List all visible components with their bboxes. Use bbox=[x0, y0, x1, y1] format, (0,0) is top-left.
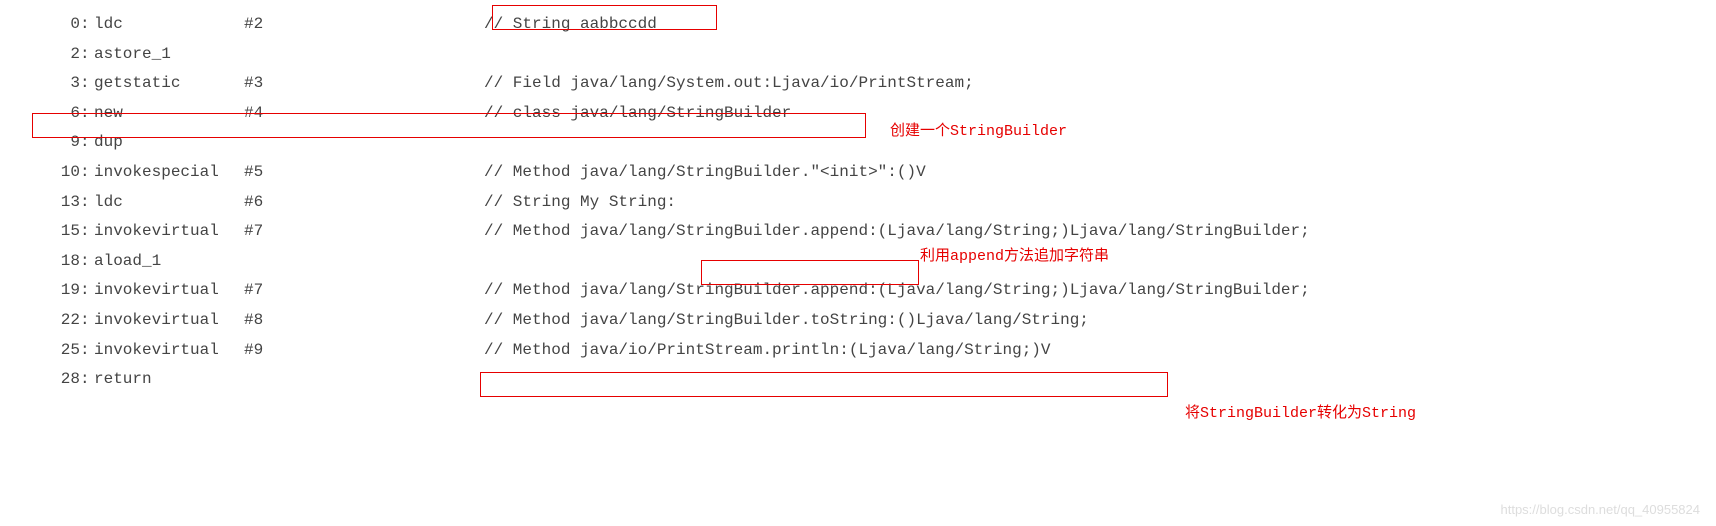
bytecode-line: 25:invokevirtual#9// Method java/io/Prin… bbox=[20, 336, 1696, 366]
instruction: dup bbox=[94, 128, 244, 158]
offset: 19 bbox=[20, 276, 80, 306]
bytecode-line: 3:getstatic#3// Field java/lang/System.o… bbox=[20, 69, 1696, 99]
bytecode-line: 0:ldc#2// String aabbccdd bbox=[20, 10, 1696, 40]
offset: 28 bbox=[20, 365, 80, 395]
annotation: 将StringBuilder转化为String bbox=[1185, 400, 1416, 428]
offset: 22 bbox=[20, 306, 80, 336]
bytecode-line: 13:ldc#6// String My String: bbox=[20, 188, 1696, 218]
bytecode-line: 18:aload_1 bbox=[20, 247, 1696, 277]
bytecode-line: 6:new#4// class java/lang/StringBuilder bbox=[20, 99, 1696, 129]
instruction: astore_1 bbox=[94, 40, 244, 70]
bytecode-line: 10:invokespecial#5// Method java/lang/St… bbox=[20, 158, 1696, 188]
bytecode-line: 22:invokevirtual#8// Method java/lang/St… bbox=[20, 306, 1696, 336]
instruction: invokevirtual bbox=[94, 276, 244, 306]
arg: #9 bbox=[244, 336, 484, 366]
bytecode-line: 28:return bbox=[20, 365, 1696, 395]
comment: // Field java/lang/System.out:Ljava/io/P… bbox=[484, 69, 974, 99]
comment: // Method java/io/PrintStream.println:(L… bbox=[484, 336, 1051, 366]
comment: // String aabbccdd bbox=[484, 10, 657, 40]
offset: 9 bbox=[20, 128, 80, 158]
instruction: getstatic bbox=[94, 69, 244, 99]
arg: #3 bbox=[244, 69, 484, 99]
offset: 6 bbox=[20, 99, 80, 129]
instruction: invokespecial bbox=[94, 158, 244, 188]
arg: #7 bbox=[244, 276, 484, 306]
offset: 15 bbox=[20, 217, 80, 247]
offset: 13 bbox=[20, 188, 80, 218]
arg: #6 bbox=[244, 188, 484, 218]
instruction: aload_1 bbox=[94, 247, 244, 277]
offset: 25 bbox=[20, 336, 80, 366]
comment: // String My String: bbox=[484, 188, 676, 218]
offset: 2 bbox=[20, 40, 80, 70]
offset: 0 bbox=[20, 10, 80, 40]
instruction: invokevirtual bbox=[94, 336, 244, 366]
arg: #8 bbox=[244, 306, 484, 336]
instruction: new bbox=[94, 99, 244, 129]
instruction: ldc bbox=[94, 10, 244, 40]
arg: #4 bbox=[244, 99, 484, 129]
comment: // Method java/lang/StringBuilder.append… bbox=[484, 276, 1310, 306]
instruction: invokevirtual bbox=[94, 306, 244, 336]
comment: // class java/lang/StringBuilder bbox=[484, 99, 791, 129]
bytecode-line: 15:invokevirtual#7// Method java/lang/St… bbox=[20, 217, 1696, 247]
offset: 3 bbox=[20, 69, 80, 99]
bytecode-line: 9:dup bbox=[20, 128, 1696, 158]
offset: 10 bbox=[20, 158, 80, 188]
comment: // Method java/lang/StringBuilder."<init… bbox=[484, 158, 926, 188]
instruction: invokevirtual bbox=[94, 217, 244, 247]
arg: #5 bbox=[244, 158, 484, 188]
instruction: return bbox=[94, 365, 244, 395]
bytecode-line: 2:astore_1 bbox=[20, 40, 1696, 70]
arg: #2 bbox=[244, 10, 484, 40]
arg: #7 bbox=[244, 217, 484, 247]
comment: // Method java/lang/StringBuilder.toStri… bbox=[484, 306, 1089, 336]
instruction: ldc bbox=[94, 188, 244, 218]
watermark: https://blog.csdn.net/qq_40955824 bbox=[1501, 498, 1701, 522]
bytecode-line: 19:invokevirtual#7// Method java/lang/St… bbox=[20, 276, 1696, 306]
comment: // Method java/lang/StringBuilder.append… bbox=[484, 217, 1310, 247]
offset: 18 bbox=[20, 247, 80, 277]
